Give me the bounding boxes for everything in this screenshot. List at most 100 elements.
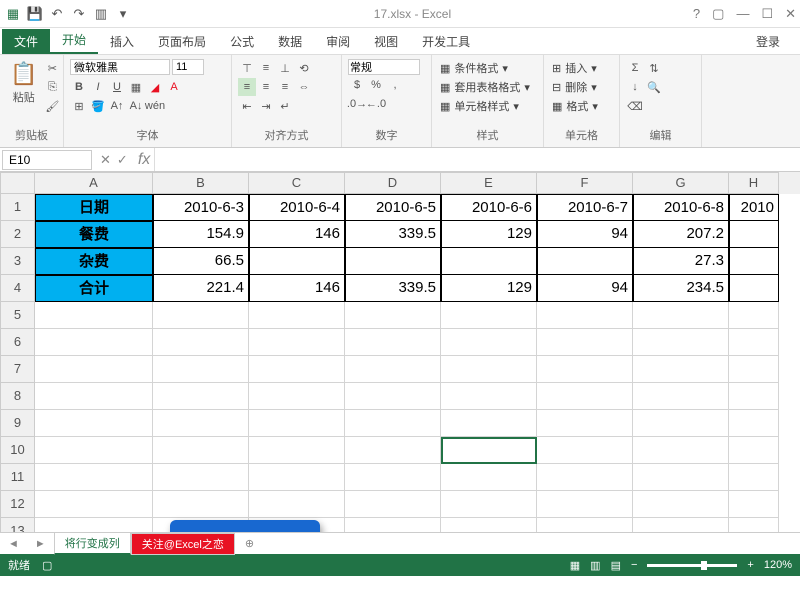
cell-E13[interactable]: [441, 518, 537, 532]
help-icon[interactable]: ?: [693, 6, 700, 22]
select-all-corner[interactable]: [0, 172, 35, 194]
phonetic-icon[interactable]: wén: [146, 97, 164, 115]
format-cells-button[interactable]: ▦格式 ▾: [550, 97, 600, 115]
cell-G8[interactable]: [633, 383, 729, 410]
cell-H13[interactable]: [729, 518, 779, 532]
decimal-inc-icon[interactable]: .0→: [348, 95, 366, 113]
cell-D4[interactable]: 339.5: [345, 275, 441, 302]
formula-bar[interactable]: [154, 148, 800, 171]
row-header-13[interactable]: 13: [0, 518, 35, 532]
maximize-icon[interactable]: ☐: [761, 6, 773, 22]
cell-B1[interactable]: 2010-6-3: [153, 194, 249, 221]
cell-A11[interactable]: [35, 464, 153, 491]
cell-H3[interactable]: [729, 248, 779, 275]
row-header-10[interactable]: 10: [0, 437, 35, 464]
add-sheet-icon[interactable]: ⊕: [235, 537, 264, 550]
tab-dev[interactable]: 开发工具: [410, 29, 482, 54]
fill-color-icon[interactable]: ◢: [146, 78, 164, 96]
cell-G11[interactable]: [633, 464, 729, 491]
indent-inc-icon[interactable]: ⇥: [257, 97, 275, 115]
cell-A1[interactable]: 日期: [35, 194, 153, 221]
cancel-formula-icon[interactable]: ✕: [100, 152, 111, 168]
cell-B4[interactable]: 221.4: [153, 275, 249, 302]
fx-icon[interactable]: fx: [134, 151, 154, 169]
cell-E8[interactable]: [441, 383, 537, 410]
row-header-9[interactable]: 9: [0, 410, 35, 437]
cell-H7[interactable]: [729, 356, 779, 383]
col-header-F[interactable]: F: [537, 172, 633, 194]
decimal-dec-icon[interactable]: ←.0: [367, 95, 385, 113]
close-icon[interactable]: ✕: [785, 6, 796, 22]
cell-E6[interactable]: [441, 329, 537, 356]
cell-C7[interactable]: [249, 356, 345, 383]
row-header-2[interactable]: 2: [0, 221, 35, 248]
row-header-7[interactable]: 7: [0, 356, 35, 383]
col-header-C[interactable]: C: [249, 172, 345, 194]
cell-H11[interactable]: [729, 464, 779, 491]
cell-F4[interactable]: 94: [537, 275, 633, 302]
col-header-A[interactable]: A: [35, 172, 153, 194]
delete-cells-button[interactable]: ⊟删除 ▾: [550, 78, 599, 96]
cell-E10[interactable]: [441, 437, 537, 464]
cell-H9[interactable]: [729, 410, 779, 437]
cell-B9[interactable]: [153, 410, 249, 437]
cell-A13[interactable]: [35, 518, 153, 532]
cell-G12[interactable]: [633, 491, 729, 518]
cell-G1[interactable]: 2010-6-8: [633, 194, 729, 221]
font-size-input[interactable]: [172, 59, 204, 75]
cell-C5[interactable]: [249, 302, 345, 329]
tab-insert[interactable]: 插入: [98, 29, 146, 54]
cell-B11[interactable]: [153, 464, 249, 491]
cell-A12[interactable]: [35, 491, 153, 518]
ribbon-options-icon[interactable]: ▢: [712, 6, 724, 22]
format-painter-icon[interactable]: 🖌: [43, 97, 61, 115]
cell-E12[interactable]: [441, 491, 537, 518]
align-bottom-icon[interactable]: ⊥: [276, 59, 294, 77]
cell-H1[interactable]: 2010: [729, 194, 779, 221]
cell-F10[interactable]: [537, 437, 633, 464]
login-link[interactable]: 登录: [744, 29, 792, 54]
cell-A7[interactable]: [35, 356, 153, 383]
find-icon[interactable]: 🔍: [645, 78, 663, 96]
bold-icon[interactable]: B: [70, 78, 88, 96]
view-pagebreak-icon[interactable]: ▤: [611, 559, 621, 572]
cell-E3[interactable]: [441, 248, 537, 275]
enter-formula-icon[interactable]: ✓: [117, 152, 128, 168]
fill-icon[interactable]: 🪣: [89, 97, 107, 115]
align-middle-icon[interactable]: ≡: [257, 59, 275, 77]
cell-B12[interactable]: [153, 491, 249, 518]
cell-B5[interactable]: [153, 302, 249, 329]
row-header-3[interactable]: 3: [0, 248, 35, 275]
cell-F8[interactable]: [537, 383, 633, 410]
borders-icon[interactable]: ⊞: [70, 97, 88, 115]
row-header-1[interactable]: 1: [0, 194, 35, 221]
cell-D13[interactable]: [345, 518, 441, 532]
qat-dropdown-icon[interactable]: ▾: [114, 5, 132, 23]
underline-icon[interactable]: U: [108, 78, 126, 96]
cell-G9[interactable]: [633, 410, 729, 437]
cell-A6[interactable]: [35, 329, 153, 356]
cell-D2[interactable]: 339.5: [345, 221, 441, 248]
cell-G3[interactable]: 27.3: [633, 248, 729, 275]
cell-D1[interactable]: 2010-6-5: [345, 194, 441, 221]
tab-data[interactable]: 数据: [266, 29, 314, 54]
fill-down-icon[interactable]: ↓: [626, 78, 644, 96]
cell-C12[interactable]: [249, 491, 345, 518]
cell-G4[interactable]: 234.5: [633, 275, 729, 302]
cell-B10[interactable]: [153, 437, 249, 464]
cell-C8[interactable]: [249, 383, 345, 410]
font-color-icon[interactable]: A: [165, 78, 183, 96]
cell-F12[interactable]: [537, 491, 633, 518]
cell-H2[interactable]: [729, 221, 779, 248]
cell-F7[interactable]: [537, 356, 633, 383]
row-header-11[interactable]: 11: [0, 464, 35, 491]
cell-C3[interactable]: [249, 248, 345, 275]
cell-E7[interactable]: [441, 356, 537, 383]
align-center-icon[interactable]: ≡: [257, 78, 275, 96]
clear-icon[interactable]: ⌫: [626, 97, 644, 115]
cell-H6[interactable]: [729, 329, 779, 356]
cell-D12[interactable]: [345, 491, 441, 518]
zoom-slider[interactable]: [647, 564, 737, 567]
tab-review[interactable]: 审阅: [314, 29, 362, 54]
cell-B6[interactable]: [153, 329, 249, 356]
